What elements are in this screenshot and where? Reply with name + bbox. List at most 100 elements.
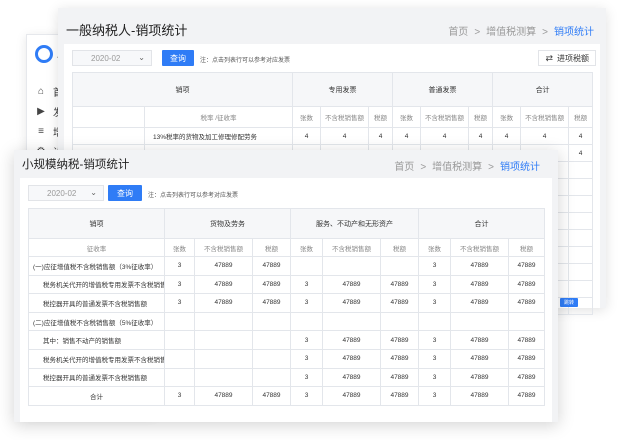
- table-cell: 47889: [380, 386, 419, 406]
- table-cell: 3: [418, 256, 451, 276]
- row-label: 税务机关代开的增值税专用发票不含税销售额: [28, 274, 165, 295]
- table-cell: 47889: [508, 367, 545, 388]
- header-tax: 税额: [367, 106, 394, 128]
- table-cell: 4: [520, 127, 570, 145]
- query-button[interactable]: 查询: [162, 50, 194, 66]
- row-label: (二)应征增值税不含税销售额（5%征收率）: [28, 311, 165, 332]
- header-count: 张数: [290, 238, 323, 257]
- breadcrumb-vat[interactable]: 增值税测算: [486, 27, 536, 38]
- table-cell: 3: [418, 293, 451, 313]
- table-cell: [164, 367, 195, 388]
- header-goods-labor: 货物及劳务: [164, 208, 291, 239]
- table-cell: 47889: [450, 367, 509, 388]
- row-label: 合计: [28, 386, 165, 406]
- table-cell: 47889: [380, 274, 419, 295]
- breadcrumb-vat[interactable]: 增值税测算: [432, 162, 482, 173]
- table-cell: 4: [420, 127, 470, 145]
- table-cell: 47889: [508, 293, 545, 313]
- page-title: 小规模纳税-销项统计: [22, 159, 130, 171]
- table-cell: 47889: [322, 274, 381, 295]
- input-tax-button[interactable]: ⇄ 进项税额: [538, 50, 596, 66]
- header-amount: 不含税销售额: [520, 106, 570, 128]
- table-row[interactable]: 税务机关代开的增值税专用发票不含税销售额 3 47889 47889 3 47889 478…: [28, 274, 545, 295]
- table-row[interactable]: 税务机关代开的增值税专用发票不含税销售额 3 47889 47889 3 47889 478…: [28, 348, 545, 369]
- table-cell: 3: [164, 386, 195, 406]
- table-cell: 3: [418, 348, 451, 369]
- table-cell: [290, 311, 323, 332]
- table-cell: 3: [290, 367, 323, 388]
- app-logo-icon: [35, 45, 53, 63]
- row-label: 税控器开具的普通发票不含税销售额: [28, 293, 165, 313]
- header-tax: 税额: [568, 106, 594, 128]
- table-cell: 47889: [450, 256, 509, 276]
- table-row[interactable]: 其中：销售不动产的销售额 3 47889 47889 3 47889 47889: [28, 330, 545, 350]
- table-cell: [380, 256, 419, 276]
- table-cell: 3: [290, 293, 323, 313]
- breadcrumb-home[interactable]: 首页: [448, 27, 468, 38]
- table-cell: [418, 311, 451, 332]
- table-cell: [252, 367, 291, 388]
- table-cell: 47889: [252, 386, 291, 406]
- breadcrumb: 首页 > 增值税测算 > 销项统计: [394, 158, 540, 173]
- table-cell: 47889: [322, 386, 381, 406]
- table-row[interactable]: (二)应征增值税不含税销售额（5%征收率）: [28, 311, 545, 332]
- table-cell: 3: [418, 367, 451, 388]
- table-cell: 47889: [252, 256, 291, 276]
- row-spacer: [72, 127, 145, 145]
- period-select[interactable]: 2020-02 ⌄: [72, 50, 152, 66]
- header-count: 张数: [292, 106, 321, 128]
- row-label: 其中：销售不动产的销售额: [28, 330, 165, 350]
- table-cell: 47889: [450, 386, 509, 406]
- table-cell: [322, 311, 381, 332]
- table-row[interactable]: 税控器开具的普通发票不含税销售额 3 47889 47889 3 47889 47889: [28, 367, 545, 388]
- table-cell: 47889: [322, 330, 381, 350]
- small-table-body: (一)应征增值税不含税销售额（3%征收率） 3 47889 47889 3 47889 47…: [28, 256, 545, 406]
- chevron-down-icon: ⌄: [90, 188, 97, 197]
- table-cell: [194, 330, 253, 350]
- input-tax-label: 进项税额: [557, 53, 589, 63]
- table-cell: 3: [290, 386, 323, 406]
- header-collection-rate: 征收率: [28, 238, 165, 257]
- period-select[interactable]: 2020-02 ⌄: [28, 185, 104, 201]
- table-cell: 47889: [322, 348, 381, 369]
- page-title: 一般纳税人-销项统计: [66, 23, 188, 38]
- small-taxpayer-window: 小规模纳税-销项统计 首页 > 增值税测算 > 销项统计 2020-02 ⌄ 查询 注：…: [14, 150, 558, 422]
- table-cell: 47889: [194, 293, 253, 313]
- breadcrumb-home[interactable]: 首页: [394, 162, 414, 173]
- small-sales-table: 销项 货物及劳务 服务、不动产和无形资产 合计 征收率 张数 不含税销售额 税额…: [28, 208, 545, 406]
- header-total: 合计: [492, 72, 594, 107]
- header-amount: 不含税销售额: [420, 106, 470, 128]
- table-cell: 3: [290, 330, 323, 350]
- total-row[interactable]: 合计 3 47889 47889 3 47889 47889 3 47889 47889: [28, 386, 545, 406]
- header-amount: 不含税销售额: [320, 106, 369, 128]
- table-cell: 3: [290, 348, 323, 369]
- row-label: 税务机关代开的增值税专用发票不含税销售额: [28, 348, 165, 369]
- query-button[interactable]: 查询: [108, 185, 142, 201]
- header-total: 合计: [418, 208, 545, 239]
- table-cell: 3: [290, 274, 323, 295]
- table-cell: 4: [292, 127, 321, 145]
- header-tax: 税额: [468, 106, 494, 128]
- table-cell: [194, 367, 253, 388]
- stack-icon: ≡: [38, 125, 44, 137]
- header-tax: 税额: [508, 238, 545, 257]
- period-select-value: 2020-02: [91, 53, 121, 63]
- header-empty: [72, 106, 145, 128]
- table-row[interactable]: 13%税率的货物及加工修理修配劳务 4 4 4 4 4 4 4 4 4: [72, 127, 594, 145]
- table-row[interactable]: (一)应征增值税不含税销售额（3%征收率） 3 47889 47889 3 47889 47…: [28, 256, 545, 276]
- table-cell: [252, 330, 291, 350]
- table-row[interactable]: 税控器开具的普通发票不含税销售额 3 47889 47889 3 47889 47889 3 4…: [28, 293, 545, 313]
- table-cell: [252, 348, 291, 369]
- table-cell: [380, 311, 419, 332]
- table-cell: [508, 311, 545, 332]
- table-cell: 47889: [322, 367, 381, 388]
- table-cell: 47889: [252, 274, 291, 295]
- header-tax: 税额: [252, 238, 291, 257]
- table-cell: 4: [320, 127, 369, 145]
- home-icon: ⌂: [37, 85, 45, 97]
- table-cell: 47889: [380, 330, 419, 350]
- header-rate: 税率 /征收率: [144, 106, 293, 128]
- jump-button[interactable]: 跳转: [560, 298, 578, 307]
- table-cell: 47889: [450, 293, 509, 313]
- table-cell: 47889: [322, 293, 381, 313]
